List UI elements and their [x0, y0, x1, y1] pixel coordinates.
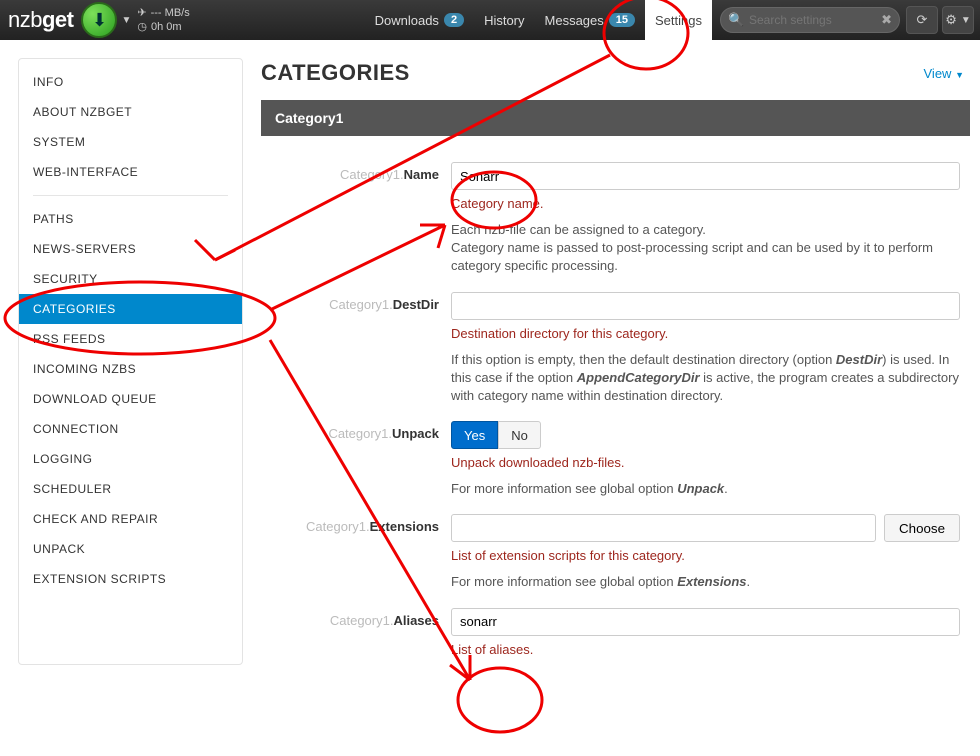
sidebar-item-logging[interactable]: LOGGING: [19, 444, 242, 474]
help-extensions: List of extension scripts for this categ…: [451, 548, 960, 563]
sidebar-item-download-queue[interactable]: DOWNLOAD QUEUE: [19, 384, 242, 414]
input-extensions[interactable]: [451, 514, 876, 542]
desc-destdir: If this option is empty, then the defaul…: [451, 351, 960, 406]
clear-icon[interactable]: ✖: [881, 12, 892, 28]
help-unpack: Unpack downloaded nzb-files.: [451, 455, 960, 470]
sidebar-item-system[interactable]: SYSTEM: [19, 127, 242, 157]
nav-messages[interactable]: Messages15: [535, 0, 646, 40]
sidebar-item-categories[interactable]: CATEGORIES: [19, 294, 242, 324]
desc-extensions: For more information see global option E…: [451, 573, 960, 591]
speed-value: --- MB/s: [151, 6, 190, 20]
help-name: Category name.: [451, 196, 960, 211]
help-aliases: List of aliases.: [451, 642, 960, 657]
topbar: nzbget ⬇ ▼ ✈ --- MB/s ◷ 0h 0m Downloads2 H…: [0, 0, 980, 40]
label-aliases: Category1.Aliases: [261, 608, 451, 657]
play-button[interactable]: ⬇: [81, 2, 117, 38]
view-dropdown[interactable]: View ▼: [924, 66, 965, 81]
refresh-icon: ⟳: [917, 12, 928, 28]
sidebar-item-scheduler[interactable]: SCHEDULER: [19, 474, 242, 504]
help-destdir: Destination directory for this category.: [451, 326, 960, 341]
sidebar-item-paths[interactable]: PATHS: [19, 204, 242, 234]
settings-sidebar: INFO ABOUT NZBGET SYSTEM WEB-INTERFACE P…: [18, 58, 243, 665]
clock-icon: ◷: [137, 20, 147, 34]
label-extensions: Category1.Extensions: [261, 514, 451, 591]
main-panel: CATEGORIES View ▼ Category1 Category1.Na…: [261, 58, 970, 665]
nav-settings[interactable]: Settings: [645, 0, 712, 40]
top-nav: Downloads2 History Messages15 Settings 🔍…: [365, 0, 980, 40]
sidebar-item-web-interface[interactable]: WEB-INTERFACE: [19, 157, 242, 187]
toggle-unpack: Yes No: [451, 421, 960, 449]
sidebar-item-security[interactable]: SECURITY: [19, 264, 242, 294]
unpack-no-button[interactable]: No: [498, 421, 541, 449]
search-input[interactable]: [720, 7, 900, 33]
sidebar-item-unpack[interactable]: UNPACK: [19, 534, 242, 564]
nav-downloads[interactable]: Downloads2: [365, 0, 474, 40]
downloads-badge: 2: [444, 13, 464, 27]
sidebar-item-about[interactable]: ABOUT NZBGET: [19, 97, 242, 127]
plane-icon: ✈: [137, 6, 146, 20]
sidebar-item-check-repair[interactable]: CHECK AND REPAIR: [19, 504, 242, 534]
page-title: CATEGORIES: [261, 60, 410, 86]
desc-name: Each nzb-file can be assigned to a categ…: [451, 221, 960, 276]
input-category-name[interactable]: [451, 162, 960, 190]
desc-unpack: For more information see global option U…: [451, 480, 960, 498]
sidebar-item-news-servers[interactable]: NEWS-SERVERS: [19, 234, 242, 264]
nav-history[interactable]: History: [474, 0, 534, 40]
chevron-down-icon: ▼: [955, 70, 964, 80]
gear-button[interactable]: ⚙▼: [942, 6, 974, 34]
sidebar-item-incoming-nzbs[interactable]: INCOMING NZBS: [19, 354, 242, 384]
sidebar-item-extension-scripts[interactable]: EXTENSION SCRIPTS: [19, 564, 242, 594]
input-destdir[interactable]: [451, 292, 960, 320]
section-header: Category1: [261, 100, 970, 136]
download-icon: ⬇: [92, 10, 107, 31]
chevron-down-icon: ▼: [961, 15, 971, 26]
label-unpack: Category1.Unpack: [261, 421, 451, 498]
messages-badge: 15: [609, 13, 635, 27]
status-block: ✈ --- MB/s ◷ 0h 0m: [137, 6, 189, 34]
label-name: Category1.Name: [261, 162, 451, 276]
search-box: 🔍 ✖: [720, 7, 900, 33]
search-icon: 🔍: [728, 12, 744, 28]
sidebar-item-rss-feeds[interactable]: RSS FEEDS: [19, 324, 242, 354]
app-logo: nzbget: [0, 7, 79, 33]
time-value: 0h 0m: [151, 20, 182, 34]
sidebar-item-info[interactable]: INFO: [19, 67, 242, 97]
refresh-button[interactable]: ⟳: [906, 6, 938, 34]
choose-button[interactable]: Choose: [884, 514, 960, 542]
sidebar-item-connection[interactable]: CONNECTION: [19, 414, 242, 444]
input-aliases[interactable]: [451, 608, 960, 636]
chevron-down-icon[interactable]: ▼: [121, 15, 131, 26]
label-destdir: Category1.DestDir: [261, 292, 451, 406]
unpack-yes-button[interactable]: Yes: [451, 421, 498, 449]
gear-icon: ⚙: [945, 12, 957, 28]
sidebar-divider: [33, 195, 228, 196]
